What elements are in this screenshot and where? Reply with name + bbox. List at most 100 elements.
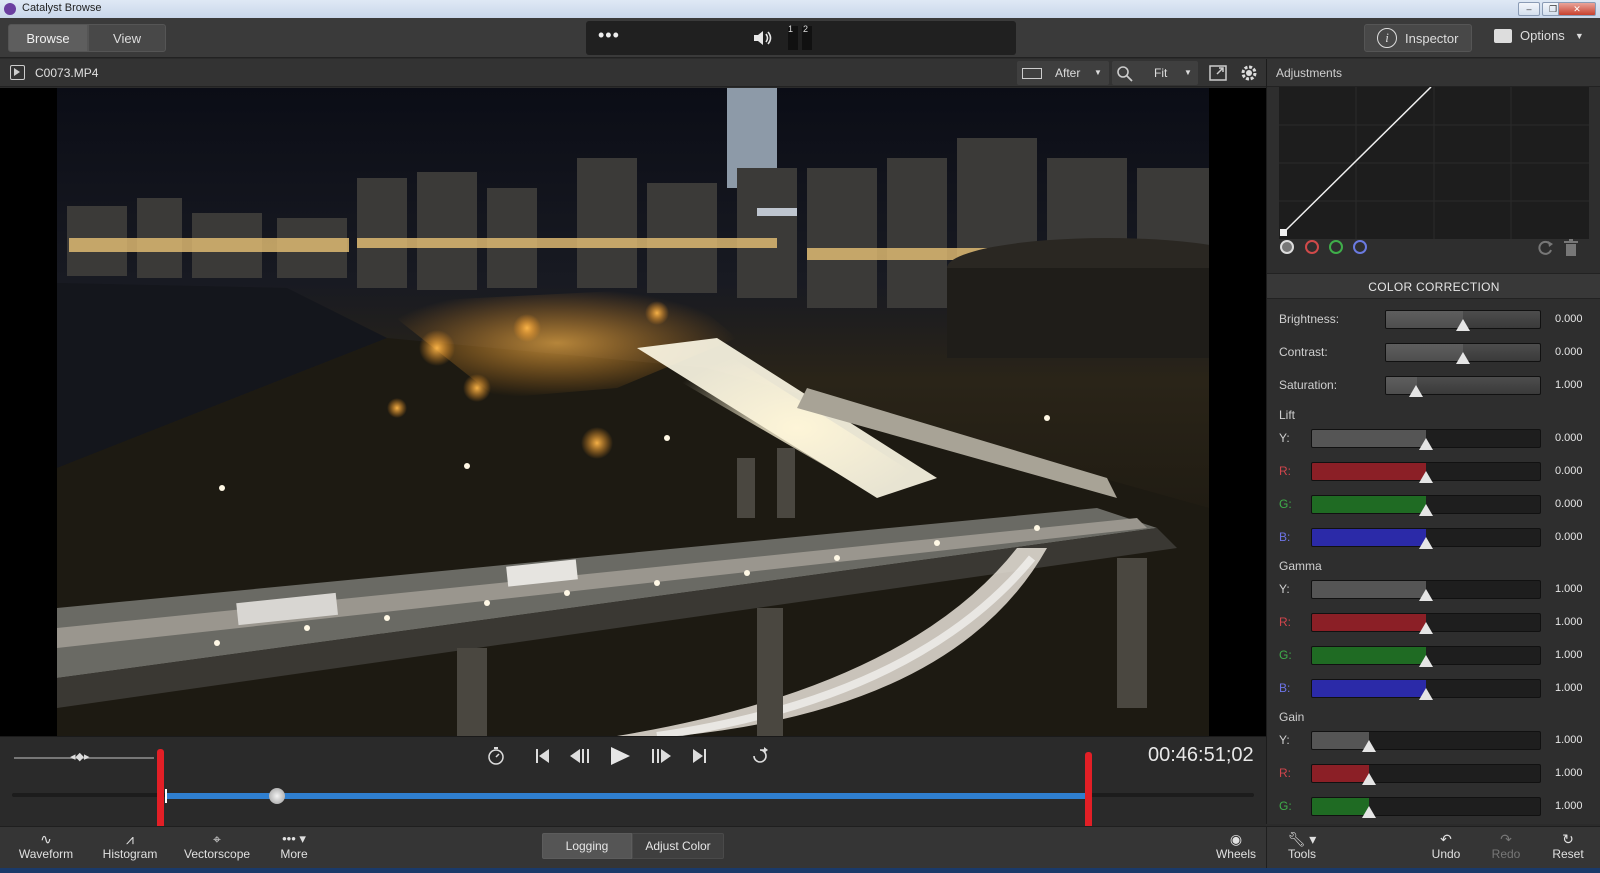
inspector-label: Inspector xyxy=(1405,30,1459,46)
gain-value: 1.000 xyxy=(1555,734,1583,746)
curve-channel-luma-radio[interactable] xyxy=(1280,240,1294,254)
frame-icon xyxy=(1022,68,1042,79)
jog-handle-icon[interactable]: ◂◆▸ xyxy=(70,750,90,763)
lift-value: 0.000 xyxy=(1555,465,1583,477)
vectorscope-button[interactable]: ⌖ Vectorscope xyxy=(184,831,250,861)
gamma-slider-thumb[interactable] xyxy=(1419,655,1433,667)
main-toolbar: Browse View ••• 1 2 i Inspector Options … xyxy=(0,18,1600,58)
gain-slider-thumb[interactable] xyxy=(1361,806,1376,818)
basic-slider-thumb[interactable] xyxy=(1456,319,1470,331)
gain-slider-thumb[interactable] xyxy=(1361,773,1376,785)
chevron-down-icon: ▼ xyxy=(1184,68,1192,77)
audio-channel-1-label: 1 xyxy=(788,24,794,34)
go-to-end-icon[interactable] xyxy=(690,747,708,765)
gear-icon[interactable] xyxy=(1238,62,1260,84)
curve-channel-blue-radio[interactable] xyxy=(1353,240,1367,254)
basic-label: Brightness: xyxy=(1279,312,1340,326)
gain-value: 1.000 xyxy=(1555,800,1583,812)
lift-title: Lift xyxy=(1279,408,1296,422)
in-point-marker[interactable] xyxy=(165,789,167,803)
gamma-slider-thumb[interactable] xyxy=(1419,622,1433,634)
gamma-value: 1.000 xyxy=(1555,616,1583,628)
gain-slider-fill xyxy=(1312,732,1369,749)
inspector-button[interactable]: i Inspector xyxy=(1364,24,1472,52)
basic-value: 0.000 xyxy=(1555,346,1583,358)
compare-mode-value: After xyxy=(1055,66,1081,80)
wrench-icon: 🔧︎ ▾ xyxy=(1287,831,1317,847)
waveform-button[interactable]: ∿ Waveform xyxy=(18,831,74,861)
gamma-slider-fill xyxy=(1312,581,1426,598)
more-dots-icon[interactable]: ••• xyxy=(598,25,620,46)
close-button[interactable]: ✕ xyxy=(1558,2,1596,16)
basic-slider-thumb[interactable] xyxy=(1456,352,1470,364)
curve-reset-icon[interactable] xyxy=(1538,240,1554,256)
gamma-slider-thumb[interactable] xyxy=(1419,688,1433,700)
lift-slider-fill xyxy=(1312,496,1426,513)
compare-mode-dropdown[interactable]: After ▼ xyxy=(1017,61,1109,85)
basic-slider-fill xyxy=(1386,344,1463,361)
clip-name: C0073.MP4 xyxy=(35,66,99,80)
gamma-label: R: xyxy=(1279,615,1291,629)
curve-channel-red-radio[interactable] xyxy=(1305,240,1319,254)
playhead-handle[interactable] xyxy=(269,788,286,804)
os-taskbar xyxy=(0,868,1600,873)
view-button[interactable]: View xyxy=(88,24,166,52)
gain-label: R: xyxy=(1279,766,1291,780)
gamma-slider-thumb[interactable] xyxy=(1419,589,1433,601)
tools-button[interactable]: 🔧︎ ▾ Tools xyxy=(1280,831,1324,861)
selection-range[interactable] xyxy=(166,793,1086,799)
basic-slider-thumb[interactable] xyxy=(1409,385,1424,397)
wheels-label: Wheels xyxy=(1215,847,1256,861)
gain-slider[interactable] xyxy=(1311,797,1541,816)
stopwatch-icon[interactable] xyxy=(486,745,506,767)
lift-slider-thumb[interactable] xyxy=(1419,438,1433,450)
step-forward-icon[interactable] xyxy=(648,747,674,765)
options-label: Options xyxy=(1520,28,1565,43)
color-correction-header[interactable]: COLOR CORRECTION xyxy=(1267,273,1600,299)
title-bar: Catalyst Browse – ❐ ✕ xyxy=(0,0,1600,18)
step-back-icon[interactable] xyxy=(568,747,594,765)
gamma-label: Y: xyxy=(1279,582,1290,596)
gain-slider[interactable] xyxy=(1311,764,1541,783)
browse-button[interactable]: Browse xyxy=(8,24,88,52)
curve-channel-green-radio[interactable] xyxy=(1329,240,1343,254)
audio-meter-panel: ••• 1 2 xyxy=(586,21,1016,55)
lift-label: G: xyxy=(1279,497,1292,511)
curve-graph[interactable] xyxy=(1279,87,1589,239)
gain-title: Gain xyxy=(1279,710,1305,724)
loop-icon[interactable] xyxy=(750,746,772,766)
vectorscope-label: Vectorscope xyxy=(184,847,251,861)
lift-slider-thumb[interactable] xyxy=(1419,504,1433,516)
undo-button[interactable]: ↶ Undo xyxy=(1426,831,1466,861)
histogram-icon: ⩘ xyxy=(126,831,134,847)
play-icon[interactable] xyxy=(608,745,632,767)
options-menu[interactable]: Options ▼ xyxy=(1494,28,1584,43)
gamma-label: B: xyxy=(1279,681,1291,695)
histogram-button[interactable]: ⩘ Histogram xyxy=(102,831,158,861)
fullscreen-icon[interactable] xyxy=(1208,63,1228,83)
more-dots-icon: ••• ▾ xyxy=(282,831,306,846)
crosshair-icon: ⌖ xyxy=(213,831,221,847)
zoom-dropdown[interactable]: Fit ▼ xyxy=(1112,61,1198,85)
lift-slider-fill xyxy=(1312,430,1426,447)
timeline-area: ◂◆▸ 00:46:51;02 xyxy=(0,736,1266,826)
reset-button[interactable]: ↻ Reset xyxy=(1546,831,1590,861)
redo-button[interactable]: ↷ Redo xyxy=(1486,831,1526,861)
clip-panel-toggle-icon[interactable] xyxy=(10,65,25,80)
lift-slider-thumb[interactable] xyxy=(1419,537,1433,549)
minimize-button[interactable]: – xyxy=(1518,2,1540,16)
go-to-start-icon[interactable] xyxy=(534,747,552,765)
gain-slider-thumb[interactable] xyxy=(1361,740,1376,752)
more-button[interactable]: ••• ▾ More xyxy=(274,831,314,861)
lift-slider-thumb[interactable] xyxy=(1419,471,1433,483)
gain-slider-fill xyxy=(1312,798,1369,815)
trash-icon[interactable] xyxy=(1564,239,1578,257)
section-title: COLOR CORRECTION xyxy=(1368,280,1500,294)
lift-label: Y: xyxy=(1279,431,1290,445)
speaker-icon[interactable] xyxy=(752,29,774,47)
gamma-slider-fill xyxy=(1312,614,1426,631)
logging-tab[interactable]: Logging xyxy=(542,833,632,859)
gain-slider[interactable] xyxy=(1311,731,1541,750)
wheels-button[interactable]: ◉ Wheels xyxy=(1214,831,1258,861)
adjust-color-tab[interactable]: Adjust Color xyxy=(632,833,724,859)
